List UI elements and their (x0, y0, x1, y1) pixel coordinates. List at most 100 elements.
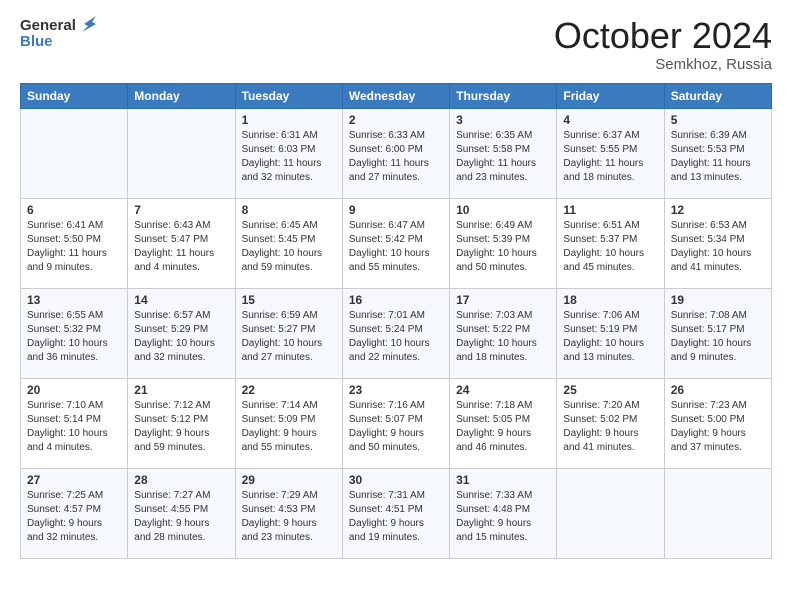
calendar-cell: 6Sunrise: 6:41 AM Sunset: 5:50 PM Daylig… (21, 198, 128, 288)
calendar-cell: 10 Sunrise: 6:49 AM Sunset: 5:39 PM Dayli… (450, 198, 557, 288)
calendar-cell: 9 Sunrise: 6:47 AM Sunset: 5:42 PM Daylig… (342, 198, 449, 288)
calendar-cell: 16Sunrise: 7:01 AM Sunset: 5:24 PM Dayli… (342, 288, 449, 378)
day-info: Sunrise: 6:55 AM Sunset: 5:32 PM Dayligh… (27, 309, 121, 365)
day-info: Sunrise: 6:49 AM Sunset: 5:39 PM Dayligh… (456, 219, 550, 275)
calendar-cell: 17Sunrise: 7:03 AM Sunset: 5:22 PM Dayli… (450, 288, 557, 378)
day-number: 8 (242, 203, 336, 217)
calendar-cell: 24 Sunrise: 7:18 AM Sunset: 5:05 PM Dayli… (450, 378, 557, 468)
day-number: 29 (242, 473, 336, 487)
calendar-week-row: 27 Sunrise: 7:25 AM Sunset: 4:57 PM Dayli… (21, 468, 772, 558)
day-number: 18 (563, 293, 657, 307)
day-number: 31 (456, 473, 550, 487)
calendar-cell: 4Sunrise: 6:37 AM Sunset: 5:55 PM Daylig… (557, 108, 664, 198)
day-info: Sunrise: 6:31 AM Sunset: 6:03 PM Dayligh… (242, 129, 336, 185)
calendar-cell (664, 468, 771, 558)
header-row: SundayMondayTuesdayWednesdayThursdayFrid… (21, 83, 772, 108)
day-number: 5 (671, 113, 765, 127)
calendar-cell: 1 Sunrise: 6:31 AM Sunset: 6:03 PM Daylig… (235, 108, 342, 198)
calendar-cell: 30Sunrise: 7:31 AM Sunset: 4:51 PM Dayli… (342, 468, 449, 558)
day-number: 14 (134, 293, 228, 307)
day-info: Sunrise: 6:53 AM Sunset: 5:34 PM Dayligh… (671, 219, 765, 275)
day-number: 22 (242, 383, 336, 397)
day-info: Sunrise: 6:57 AM Sunset: 5:29 PM Dayligh… (134, 309, 228, 365)
calendar-cell: 21 Sunrise: 7:12 AM Sunset: 5:12 PM Dayli… (128, 378, 235, 468)
calendar-cell: 2 Sunrise: 6:33 AM Sunset: 6:00 PM Daylig… (342, 108, 449, 198)
day-number: 23 (349, 383, 443, 397)
calendar-cell: 13 Sunrise: 6:55 AM Sunset: 5:32 PM Dayli… (21, 288, 128, 378)
day-number: 11 (563, 203, 657, 217)
day-info: Sunrise: 7:25 AM Sunset: 4:57 PM Dayligh… (27, 489, 121, 545)
weekday-header: Friday (557, 83, 664, 108)
calendar-week-row: 20Sunrise: 7:10 AM Sunset: 5:14 PM Dayli… (21, 378, 772, 468)
calendar-page: General Blue October 2024 Semkhoz, Russi… (0, 0, 792, 579)
day-info: Sunrise: 6:47 AM Sunset: 5:42 PM Dayligh… (349, 219, 443, 275)
day-number: 12 (671, 203, 765, 217)
weekday-header: Saturday (664, 83, 771, 108)
day-number: 1 (242, 113, 336, 127)
calendar-cell (21, 108, 128, 198)
day-info: Sunrise: 6:35 AM Sunset: 5:58 PM Dayligh… (456, 129, 550, 185)
day-number: 6 (27, 203, 121, 217)
day-number: 19 (671, 293, 765, 307)
day-info: Sunrise: 6:51 AM Sunset: 5:37 PM Dayligh… (563, 219, 657, 275)
day-info: Sunrise: 7:27 AM Sunset: 4:55 PM Dayligh… (134, 489, 228, 545)
calendar-cell: 22Sunrise: 7:14 AM Sunset: 5:09 PM Dayli… (235, 378, 342, 468)
calendar-cell: 15 Sunrise: 6:59 AM Sunset: 5:27 PM Dayli… (235, 288, 342, 378)
calendar-cell: 20Sunrise: 7:10 AM Sunset: 5:14 PM Dayli… (21, 378, 128, 468)
weekday-header: Thursday (450, 83, 557, 108)
calendar-cell: 11 Sunrise: 6:51 AM Sunset: 5:37 PM Dayli… (557, 198, 664, 288)
day-number: 30 (349, 473, 443, 487)
logo: General Blue (20, 16, 100, 50)
weekday-header: Monday (128, 83, 235, 108)
day-info: Sunrise: 7:01 AM Sunset: 5:24 PM Dayligh… (349, 309, 443, 365)
calendar-cell (128, 108, 235, 198)
weekday-header: Sunday (21, 83, 128, 108)
day-number: 28 (134, 473, 228, 487)
day-info: Sunrise: 7:18 AM Sunset: 5:05 PM Dayligh… (456, 399, 550, 455)
calendar-cell: 27 Sunrise: 7:25 AM Sunset: 4:57 PM Dayli… (21, 468, 128, 558)
day-number: 21 (134, 383, 228, 397)
day-number: 24 (456, 383, 550, 397)
day-info: Sunrise: 7:33 AM Sunset: 4:48 PM Dayligh… (456, 489, 550, 545)
day-info: Sunrise: 6:33 AM Sunset: 6:00 PM Dayligh… (349, 129, 443, 185)
calendar-cell: 29 Sunrise: 7:29 AM Sunset: 4:53 PM Dayli… (235, 468, 342, 558)
calendar-cell (557, 468, 664, 558)
weekday-header: Tuesday (235, 83, 342, 108)
calendar-cell: 12 Sunrise: 6:53 AM Sunset: 5:34 PM Dayli… (664, 198, 771, 288)
weekday-header: Wednesday (342, 83, 449, 108)
calendar-week-row: 1 Sunrise: 6:31 AM Sunset: 6:03 PM Daylig… (21, 108, 772, 198)
day-number: 4 (563, 113, 657, 127)
day-info: Sunrise: 6:59 AM Sunset: 5:27 PM Dayligh… (242, 309, 336, 365)
calendar-cell: 5Sunrise: 6:39 AM Sunset: 5:53 PM Daylig… (664, 108, 771, 198)
calendar-cell: 25Sunrise: 7:20 AM Sunset: 5:02 PM Dayli… (557, 378, 664, 468)
day-info: Sunrise: 7:03 AM Sunset: 5:22 PM Dayligh… (456, 309, 550, 365)
calendar-cell: 19 Sunrise: 7:08 AM Sunset: 5:17 PM Dayli… (664, 288, 771, 378)
calendar-cell: 18Sunrise: 7:06 AM Sunset: 5:19 PM Dayli… (557, 288, 664, 378)
day-number: 27 (27, 473, 121, 487)
day-info: Sunrise: 7:12 AM Sunset: 5:12 PM Dayligh… (134, 399, 228, 455)
header: General Blue October 2024 Semkhoz, Russi… (20, 16, 772, 73)
day-info: Sunrise: 7:29 AM Sunset: 4:53 PM Dayligh… (242, 489, 336, 545)
day-number: 15 (242, 293, 336, 307)
day-number: 25 (563, 383, 657, 397)
calendar-cell: 3Sunrise: 6:35 AM Sunset: 5:58 PM Daylig… (450, 108, 557, 198)
calendar-cell: 23Sunrise: 7:16 AM Sunset: 5:07 PM Dayli… (342, 378, 449, 468)
day-info: Sunrise: 7:08 AM Sunset: 5:17 PM Dayligh… (671, 309, 765, 365)
day-number: 10 (456, 203, 550, 217)
day-number: 9 (349, 203, 443, 217)
day-info: Sunrise: 7:23 AM Sunset: 5:00 PM Dayligh… (671, 399, 765, 455)
day-number: 13 (27, 293, 121, 307)
month-title: October 2024 (554, 16, 772, 56)
day-info: Sunrise: 7:10 AM Sunset: 5:14 PM Dayligh… (27, 399, 121, 455)
day-info: Sunrise: 6:45 AM Sunset: 5:45 PM Dayligh… (242, 219, 336, 275)
day-number: 7 (134, 203, 228, 217)
calendar-cell: 26Sunrise: 7:23 AM Sunset: 5:00 PM Dayli… (664, 378, 771, 468)
calendar-cell: 14 Sunrise: 6:57 AM Sunset: 5:29 PM Dayli… (128, 288, 235, 378)
calendar-week-row: 6Sunrise: 6:41 AM Sunset: 5:50 PM Daylig… (21, 198, 772, 288)
calendar-week-row: 13 Sunrise: 6:55 AM Sunset: 5:32 PM Dayli… (21, 288, 772, 378)
calendar-cell: 31 Sunrise: 7:33 AM Sunset: 4:48 PM Dayli… (450, 468, 557, 558)
day-number: 2 (349, 113, 443, 127)
calendar-cell: 7Sunrise: 6:43 AM Sunset: 5:47 PM Daylig… (128, 198, 235, 288)
calendar-cell: 8 Sunrise: 6:45 AM Sunset: 5:45 PM Daylig… (235, 198, 342, 288)
calendar-table: SundayMondayTuesdayWednesdayThursdayFrid… (20, 83, 772, 559)
